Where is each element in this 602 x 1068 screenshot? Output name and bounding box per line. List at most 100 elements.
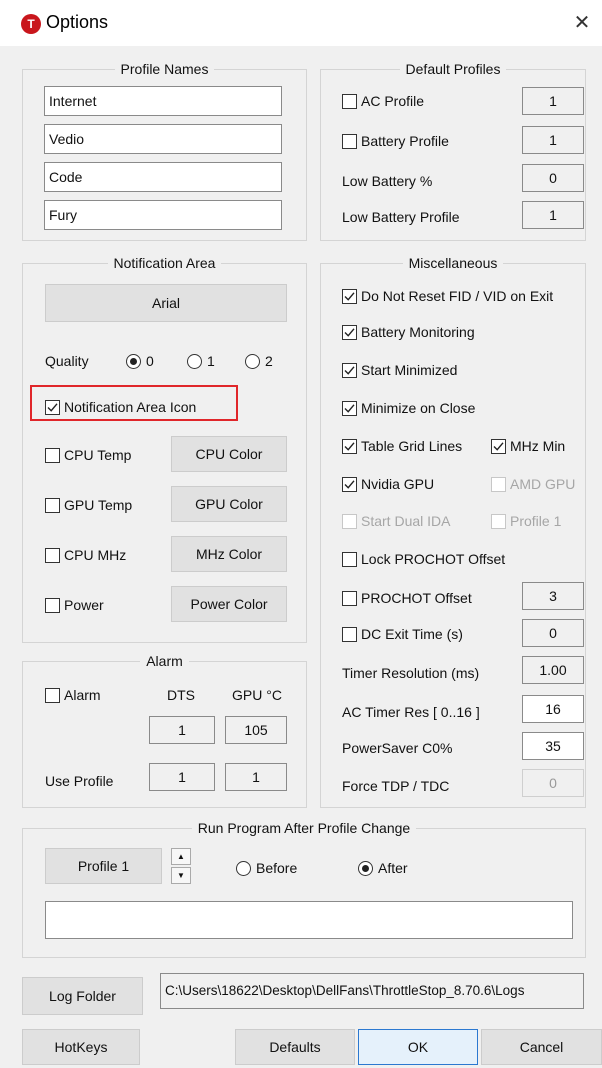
cpu-temp-checkbox[interactable]: CPU Temp [45,446,131,464]
dc-exit-time-value[interactable]: 0 [522,619,584,647]
quality-label: Quality [45,353,89,369]
alarm-gpu-value[interactable]: 105 [225,716,287,744]
gpu-color-button[interactable]: GPU Color [171,486,287,522]
checkbox-box [45,498,60,513]
checkbox-box [342,401,357,416]
alarm-dts-value[interactable]: 1 [149,716,215,744]
quality-0-radio[interactable]: 0 [126,352,154,370]
minimize-on-close-checkbox[interactable]: Minimize on Close [342,399,475,417]
battery-monitoring-checkbox[interactable]: Battery Monitoring [342,323,475,341]
start-minimized-checkbox[interactable]: Start Minimized [342,361,457,379]
do-not-reset-fid-vid-checkbox[interactable]: Do Not Reset FID / VID on Exit [342,287,553,305]
lock-prochot-offset-checkbox[interactable]: Lock PROCHOT Offset [342,550,505,568]
prochot-offset-checkbox[interactable]: PROCHOT Offset [342,589,472,607]
prochot-offset-value[interactable]: 3 [522,582,584,610]
window-title: Options [46,12,109,32]
run-program-command-input[interactable] [45,901,573,939]
ac-timer-res-label: AC Timer Res [ 0..16 ] [342,704,480,720]
amd-gpu-checkbox: AMD GPU [491,475,575,493]
low-battery-profile-value[interactable]: 1 [522,201,584,229]
radio-circle [358,861,373,876]
profile-name-4-input[interactable]: Fury [44,200,282,230]
run-program-title: Run Program After Profile Change [191,820,417,836]
close-icon[interactable]: ✕ [568,10,596,38]
table-grid-lines-checkbox[interactable]: Table Grid Lines [342,437,462,455]
alarm-title: Alarm [140,653,189,669]
defaults-button[interactable]: Defaults [235,1029,355,1065]
checkbox-box [491,439,506,454]
checkbox-box [45,598,60,613]
profile-spinner[interactable]: ▲ ▼ [171,848,191,884]
radio-circle [126,354,141,369]
log-folder-button[interactable]: Log Folder [22,977,143,1015]
radio-circle [236,861,251,876]
low-battery-profile-label: Low Battery Profile [342,209,460,225]
checkbox-box [342,627,357,642]
dts-label: DTS [167,687,195,703]
low-battery-pct-value[interactable]: 0 [522,164,584,192]
log-path-field[interactable]: C:\Users\18622\Desktop\DellFans\Throttle… [160,973,584,1009]
checkbox-box [342,134,357,149]
profile-names-title: Profile Names [114,61,215,77]
battery-profile-checkbox[interactable]: Battery Profile [342,132,449,150]
use-profile-gpu-value[interactable]: 1 [225,763,287,791]
checkbox-box [342,325,357,340]
checkbox-box [45,548,60,563]
mhz-min-checkbox[interactable]: MHz Min [491,437,565,455]
ac-timer-res-input[interactable]: 16 [522,695,584,723]
checkbox-box [342,591,357,606]
nvidia-gpu-checkbox[interactable]: Nvidia GPU [342,475,434,493]
miscellaneous-title: Miscellaneous [402,255,504,271]
checkbox-box [45,688,60,703]
powersaver-c0-label: PowerSaver C0% [342,740,453,756]
checkbox-box [491,477,506,492]
mhz-color-button[interactable]: MHz Color [171,536,287,572]
power-color-button[interactable]: Power Color [171,586,287,622]
font-button[interactable]: Arial [45,284,287,322]
hotkeys-button[interactable]: HotKeys [22,1029,140,1065]
default-profiles-title: Default Profiles [399,61,507,77]
after-radio[interactable]: After [358,859,408,877]
notification-area-icon-checkbox[interactable]: Notification Area Icon [45,398,196,416]
force-tdp-tdc-value: 0 [522,769,584,797]
radio-circle [245,354,260,369]
start-dual-ida-checkbox: Start Dual IDA [342,512,450,530]
low-battery-pct-label: Low Battery % [342,173,433,189]
cancel-button[interactable]: Cancel [481,1029,602,1065]
ac-profile-checkbox[interactable]: AC Profile [342,92,424,110]
radio-circle [187,354,202,369]
checkbox-box [342,477,357,492]
timer-resolution-value[interactable]: 1.00 [522,656,584,684]
gpu-celsius-label: GPU °C [232,687,282,703]
profile-name-1-input[interactable]: Internet [44,86,282,116]
powersaver-c0-input[interactable]: 35 [522,732,584,760]
options-dialog: T Options ✕ Profile Names Internet Vedio… [0,0,602,1068]
quality-2-radio[interactable]: 2 [245,352,273,370]
battery-profile-value[interactable]: 1 [522,126,584,154]
power-checkbox[interactable]: Power [45,596,104,614]
throttlestop-logo-icon: T [21,14,41,34]
force-tdp-tdc-label: Force TDP / TDC [342,778,450,794]
spin-down-icon[interactable]: ▼ [171,867,191,884]
ok-button[interactable]: OK [358,1029,478,1065]
profile-1-checkbox: Profile 1 [491,512,561,530]
profile-name-2-input[interactable]: Vedio [44,124,282,154]
cpu-color-button[interactable]: CPU Color [171,436,287,472]
miscellaneous-group: Miscellaneous [320,255,586,808]
use-profile-dts-value[interactable]: 1 [149,763,215,791]
gpu-temp-checkbox[interactable]: GPU Temp [45,496,132,514]
dc-exit-time-checkbox[interactable]: DC Exit Time (s) [342,625,463,643]
spin-up-icon[interactable]: ▲ [171,848,191,865]
before-radio[interactable]: Before [236,859,297,877]
profile-select-button[interactable]: Profile 1 [45,848,162,884]
profile-name-3-input[interactable]: Code [44,162,282,192]
ac-profile-value[interactable]: 1 [522,87,584,115]
timer-resolution-label: Timer Resolution (ms) [342,665,480,681]
quality-1-radio[interactable]: 1 [187,352,215,370]
checkbox-box [45,400,60,415]
alarm-checkbox[interactable]: Alarm [45,686,101,704]
title-bar: T Options ✕ [0,0,602,46]
checkbox-box [342,514,357,529]
cpu-mhz-checkbox[interactable]: CPU MHz [45,546,126,564]
checkbox-box [342,289,357,304]
